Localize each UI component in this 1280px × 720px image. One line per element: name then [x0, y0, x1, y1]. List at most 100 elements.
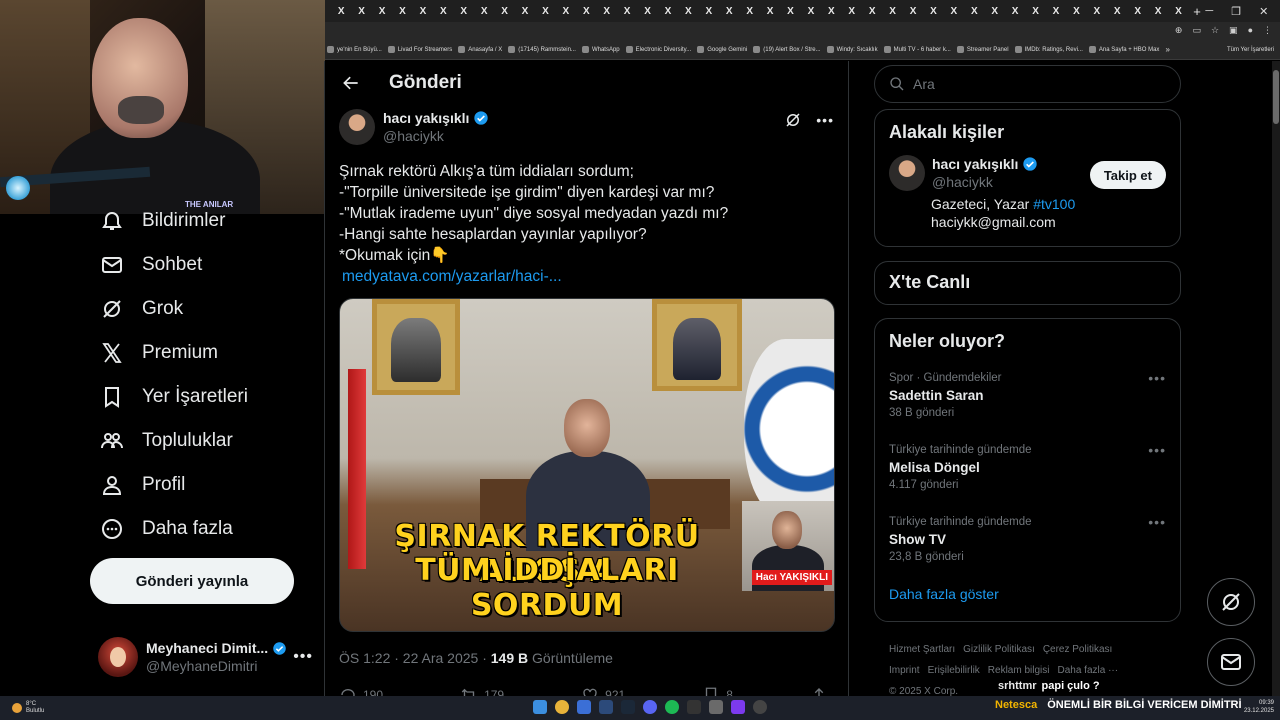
bookmark-item[interactable]: Anasayfa / X	[458, 46, 502, 53]
trend-item[interactable]: Türkiye tarihinde gündemde Show TV 23,8 B …	[875, 514, 1180, 586]
browser-tab[interactable]: X	[658, 6, 678, 17]
tweet-media-image[interactable]: Hacı YAKIŞIKLI ŞIRNAK REKTÖRÜ ALKIŞ'A TÜ…	[339, 298, 835, 632]
browser-tab[interactable]: X	[596, 6, 616, 17]
browser-tab[interactable]: X	[678, 6, 698, 17]
search-input[interactable]	[913, 76, 1153, 92]
footer-link[interactable]: Daha fazla ···	[1057, 665, 1118, 676]
trend-item[interactable]: Türkiye tarihinde gündemde Melisa Döngel 4…	[875, 442, 1180, 514]
more-options-icon[interactable]: •••	[1148, 442, 1166, 458]
bookmark-button[interactable]: 8	[702, 686, 733, 696]
nav-item-topluluklar[interactable]: Topluluklar	[100, 426, 233, 456]
related-user[interactable]: hacı yakışıklı @haciykk Takip et	[875, 155, 1180, 191]
browser-tab[interactable]: X	[331, 6, 351, 17]
bookmark-item[interactable]: Ana Sayfa + HBO Max	[1088, 46, 1159, 53]
more-options-icon[interactable]: •••	[1148, 370, 1166, 386]
live-card[interactable]: X'te Canlı	[874, 261, 1181, 305]
repost-button[interactable]: 179	[460, 686, 504, 696]
browser-tab[interactable]: X	[821, 6, 841, 17]
extensions-icon[interactable]: ▣	[1229, 25, 1238, 36]
browser-tab[interactable]: X	[760, 6, 780, 17]
browser-tab[interactable]: X	[1148, 6, 1168, 17]
footer-link[interactable]: Reklam bilgisi	[988, 665, 1050, 676]
nav-item-grok[interactable]: Grok	[100, 294, 183, 324]
bookmark-item[interactable]: ye'nin En Büyü...	[327, 46, 382, 53]
author-name[interactable]: hacı yakışıklı	[383, 109, 469, 127]
browser-tab[interactable]: X	[801, 6, 821, 17]
footer-link[interactable]: Erişilebilirlik	[928, 665, 980, 676]
zoom-icon[interactable]: ⊕	[1175, 25, 1183, 36]
browser-tab[interactable]: X	[1168, 6, 1188, 17]
system-clock[interactable]: 09:39 23.12.2025	[1244, 699, 1274, 715]
avatar[interactable]	[889, 155, 925, 191]
footer-link[interactable]: Gizlilik Politikası	[963, 644, 1035, 655]
reply-button[interactable]: 190	[339, 686, 383, 696]
scrollbar[interactable]	[1272, 61, 1280, 696]
edge-icon[interactable]	[577, 700, 591, 714]
browser-tab[interactable]: X	[780, 6, 800, 17]
trend-item[interactable]: Spor · Gündemdekiler Sadettin Saran 38 B g…	[875, 370, 1180, 442]
bookmark-item[interactable]: Multi TV - 6 haber k...	[883, 46, 951, 53]
spotify-icon[interactable]	[665, 700, 679, 714]
related-handle[interactable]: @haciykk	[932, 173, 1038, 191]
browser-tab[interactable]: X	[637, 6, 657, 17]
grok-icon[interactable]	[784, 111, 802, 129]
browser-tab[interactable]: X	[617, 6, 637, 17]
bookmark-item[interactable]: Livad For Streamers	[387, 46, 452, 53]
avatar[interactable]	[339, 109, 375, 145]
discord-icon[interactable]	[643, 700, 657, 714]
tweet-link[interactable]: medyatava.com/yazarlar/haci-...	[342, 266, 834, 288]
search-box[interactable]	[874, 65, 1181, 103]
hashtag-link[interactable]: #tv100	[1033, 196, 1075, 212]
bookmark-item[interactable]: WhatsApp	[581, 46, 620, 53]
post-button[interactable]: Gönderi yayınla	[90, 558, 294, 604]
browser-tab[interactable]: X	[1066, 6, 1086, 17]
footer-link[interactable]: Imprint	[889, 665, 920, 676]
chrome-icon[interactable]	[555, 700, 569, 714]
browser-tab[interactable]: X	[351, 6, 371, 17]
browser-tab[interactable]: X	[1005, 6, 1025, 17]
store-icon[interactable]	[599, 700, 613, 714]
bookmark-item[interactable]: Google Gemini	[697, 46, 747, 53]
epic-icon[interactable]	[687, 700, 701, 714]
nav-item-sohbet[interactable]: Sohbet	[100, 250, 202, 280]
cast-icon[interactable]: ▭	[1192, 25, 1201, 36]
more-options-icon[interactable]: •••	[816, 112, 834, 128]
profile-icon[interactable]: ●	[1248, 25, 1253, 36]
back-arrow-icon[interactable]	[341, 73, 361, 93]
browser-tab[interactable]: X	[1087, 6, 1107, 17]
account-switcher[interactable]: Meyhaneci Dimit... @MeyhaneDimitri •••	[98, 634, 313, 680]
follow-button[interactable]: Takip et	[1089, 161, 1166, 189]
browser-tab[interactable]: X	[474, 6, 494, 17]
browser-tab[interactable]: X	[739, 6, 759, 17]
app-icon[interactable]	[709, 700, 723, 714]
bookmark-item[interactable]: Streamer Panel	[956, 46, 1009, 53]
star-icon[interactable]: ☆	[1211, 25, 1219, 36]
footer-link[interactable]: Hizmet Şartları	[889, 644, 955, 655]
browser-tab[interactable]: X	[433, 6, 453, 17]
grok-fab[interactable]	[1207, 578, 1255, 626]
browser-tab[interactable]: X	[842, 6, 862, 17]
like-button[interactable]: 921	[581, 686, 625, 696]
close-icon[interactable]: ✕	[1259, 5, 1268, 18]
browser-tab[interactable]: X	[556, 6, 576, 17]
browser-tab[interactable]: X	[1025, 6, 1045, 17]
footer-link[interactable]: Çerez Politikası	[1043, 644, 1112, 655]
browser-tab[interactable]: X	[944, 6, 964, 17]
browser-tab[interactable]: X	[372, 6, 392, 17]
bookmark-item[interactable]: IMDb: Ratings, Revi...	[1014, 46, 1083, 53]
nav-item-bildirimler[interactable]: Bildirimler	[100, 206, 225, 236]
nav-item-yer-i̇şaretleri[interactable]: Yer İşaretleri	[100, 382, 248, 412]
messages-fab[interactable]	[1207, 638, 1255, 686]
more-options-icon[interactable]: •••	[1148, 514, 1166, 530]
browser-tab[interactable]: X	[882, 6, 902, 17]
bookmark-item[interactable]: Electronic Diversity...	[625, 46, 691, 53]
obs-icon[interactable]	[753, 700, 767, 714]
browser-tab[interactable]: X	[392, 6, 412, 17]
bookmarks-overflow-button[interactable]: »	[1165, 45, 1169, 54]
scrollbar-thumb[interactable]	[1273, 70, 1279, 124]
steam-icon[interactable]	[621, 700, 635, 714]
related-name[interactable]: hacı yakışıklı	[932, 155, 1018, 173]
browser-tab[interactable]: X	[1107, 6, 1127, 17]
browser-tab[interactable]: X	[1046, 6, 1066, 17]
browser-tab[interactable]: X	[719, 6, 739, 17]
